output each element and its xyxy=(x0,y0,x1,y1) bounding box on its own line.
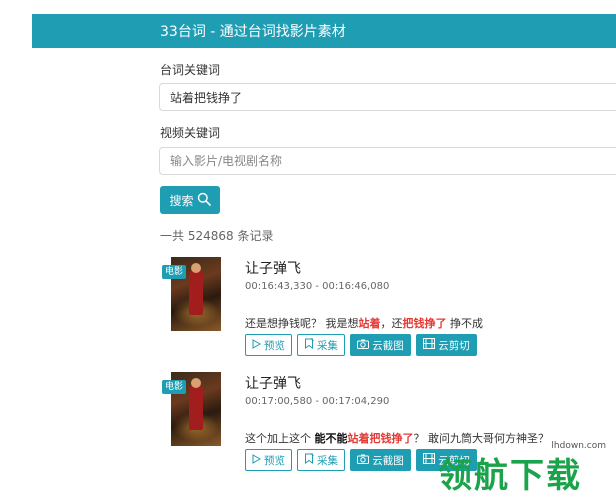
collect-button[interactable]: 采集 xyxy=(297,334,345,356)
keyword-label: 台词关键词 xyxy=(160,63,221,77)
preview-label: 预览 xyxy=(264,339,285,352)
watermark-url: lhdown.com xyxy=(547,441,610,451)
screenshot-label: 云截图 xyxy=(372,339,404,352)
line-text: 还是想挣钱呢？ 我是想 xyxy=(245,317,359,330)
camera-icon xyxy=(357,339,370,352)
line-text: ，还 xyxy=(380,317,403,330)
cloud-screenshot-button[interactable]: 云截图 xyxy=(350,334,411,356)
camera-icon xyxy=(357,454,370,467)
film-icon xyxy=(423,338,436,352)
cloud-screenshot-button[interactable]: 云截图 xyxy=(350,449,411,471)
subtitle-line: 还是想挣钱呢？ 我是想站着，还把钱挣了 挣不成 xyxy=(245,315,483,331)
search-icon xyxy=(197,192,211,208)
poster-head xyxy=(191,263,201,273)
collect-label: 采集 xyxy=(317,339,338,352)
search-button[interactable]: 搜索 xyxy=(160,186,220,214)
line-text: 挣不成 xyxy=(446,317,483,330)
play-outline-icon xyxy=(252,338,262,352)
screenshot-label: 云截图 xyxy=(372,454,404,467)
poster-figure xyxy=(189,269,203,315)
preview-button[interactable]: 预览 xyxy=(245,449,292,471)
video-keyword-input[interactable] xyxy=(159,147,616,175)
collect-label: 采集 xyxy=(317,454,338,467)
cloud-clip-button[interactable]: 云剪切 xyxy=(416,334,477,356)
poster-head xyxy=(191,378,201,388)
search-button-label: 搜索 xyxy=(169,193,194,208)
preview-label: 预览 xyxy=(264,454,285,467)
line-highlight: 站着 xyxy=(358,317,381,330)
keyword-input[interactable] xyxy=(159,83,616,111)
line-highlight: 站着把钱挣了 xyxy=(347,432,414,445)
collect-button[interactable]: 采集 xyxy=(297,449,345,471)
movie-title[interactable]: 让子弹飞 xyxy=(245,373,301,393)
result-item: 电影 让子弹飞 00:16:43,330 - 00:16:46,080 还是想挣… xyxy=(0,257,616,373)
poster-figure xyxy=(189,384,203,430)
total-count: 一共 524868 条记录 xyxy=(160,229,274,243)
watermark-text: 领航下载 xyxy=(438,456,582,493)
page: 33台词 - 通过台词找影片素材 台词关键词 视频关键词 搜索 一共 52486… xyxy=(0,0,616,493)
type-badge: 电影 xyxy=(162,265,187,279)
bookmark-icon xyxy=(304,338,314,352)
bookmark-icon xyxy=(304,453,314,467)
timecode: 00:16:43,330 - 00:16:46,080 xyxy=(245,281,390,292)
line-text: 这个加上这个 xyxy=(245,432,315,445)
page-title: 33台词 - 通过台词找影片素材 xyxy=(160,24,346,40)
app-header: 33台词 - 通过台词找影片素材 xyxy=(32,14,616,48)
film-icon xyxy=(423,453,436,467)
line-highlight: 把钱挣了 xyxy=(402,317,447,330)
video-keyword-label: 视频关键词 xyxy=(160,126,221,140)
preview-button[interactable]: 预览 xyxy=(245,334,292,356)
watermark: 领航下载 lhdown.com xyxy=(436,438,616,493)
type-badge: 电影 xyxy=(162,380,187,394)
timecode: 00:17:00,580 - 00:17:04,290 xyxy=(245,396,390,407)
line-emphasis: 能不能 xyxy=(314,432,348,445)
play-outline-icon xyxy=(252,453,262,467)
clip-label: 云剪切 xyxy=(438,339,470,352)
movie-title[interactable]: 让子弹飞 xyxy=(245,258,301,278)
